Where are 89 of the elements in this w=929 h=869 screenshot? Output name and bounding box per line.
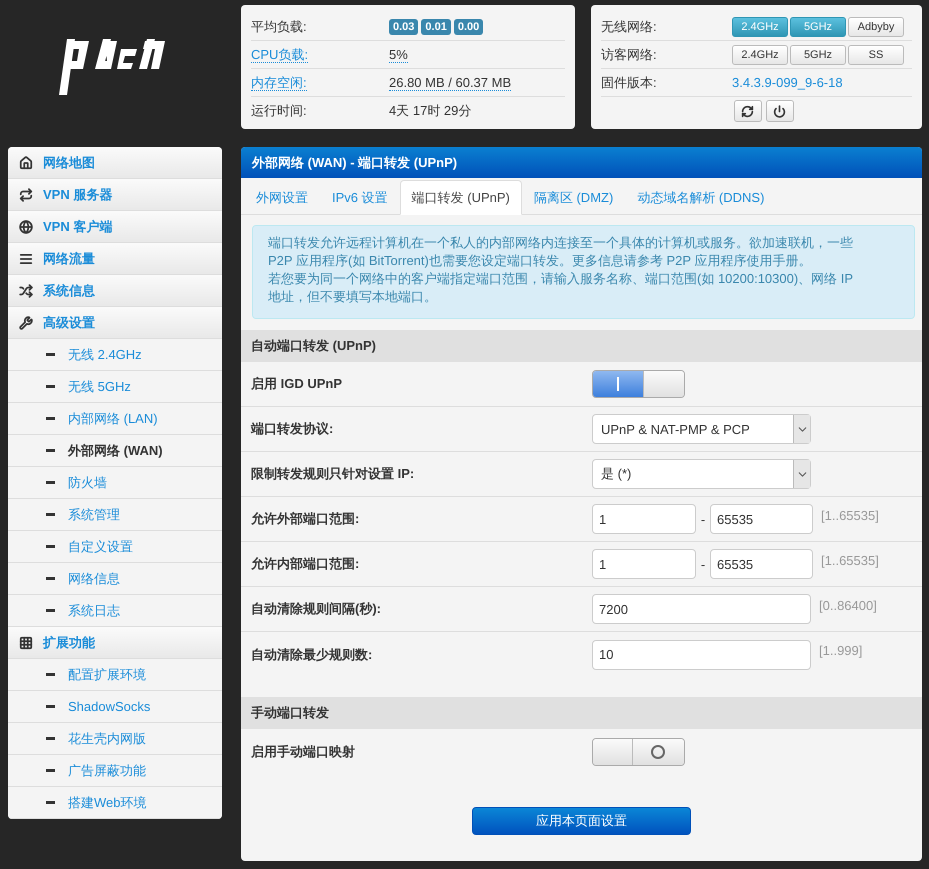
dash-icon bbox=[46, 705, 55, 708]
dash-icon bbox=[46, 353, 55, 356]
range-separator: - bbox=[700, 512, 706, 526]
tab[interactable]: 隔离区 (DMZ) bbox=[522, 180, 626, 215]
sidebar-section[interactable]: VPN 服务器 bbox=[8, 179, 222, 211]
sidebar-section[interactable]: 网络流量 bbox=[8, 243, 222, 275]
toggle-switch[interactable] bbox=[592, 370, 685, 398]
power-icon bbox=[773, 104, 786, 118]
repeat-icon bbox=[19, 188, 33, 202]
range-hint: [1..999] bbox=[819, 643, 862, 658]
dash-icon bbox=[46, 673, 55, 676]
radio-toggle-button[interactable]: 5GHz bbox=[790, 44, 846, 64]
tab[interactable]: 外网设置 bbox=[244, 180, 320, 215]
radio-toggle-button[interactable]: Adbyby bbox=[848, 16, 904, 36]
field-label: 允许外部端口范围: bbox=[251, 510, 360, 528]
power-button[interactable] bbox=[766, 100, 794, 122]
refresh-button[interactable] bbox=[734, 100, 762, 122]
dash-icon bbox=[46, 449, 55, 452]
home-icon bbox=[19, 156, 33, 170]
dash-icon bbox=[46, 801, 55, 804]
input-field[interactable]: 65535 bbox=[710, 549, 813, 579]
field-label: 启用 IGD UPnP bbox=[251, 375, 344, 393]
status-label: 运行时间: bbox=[251, 103, 307, 118]
sidebar-section[interactable]: 高级设置 bbox=[8, 307, 222, 339]
tab[interactable]: 端口转发 (UPnP) bbox=[400, 180, 522, 215]
field-label: 端口转发协议: bbox=[251, 420, 334, 438]
sidebar-section[interactable]: 扩展功能 bbox=[8, 627, 222, 659]
off-icon bbox=[651, 744, 666, 758]
status-value: 5% bbox=[389, 46, 408, 62]
section-header: 自动端口转发 (UPnP) bbox=[241, 330, 922, 362]
range-separator: - bbox=[700, 556, 706, 572]
info-text: 若您要为同一个网络中的客户端指定端口范围，请输入服务名称、端口范围(如 10200:10300)、网络 IP 地址，但不要填写本地端口。 bbox=[268, 270, 854, 306]
select-field[interactable]: 是 (*) bbox=[592, 459, 811, 489]
info-text: 端口转发允许远程计算机在一个私人的内部网络内连接至一个具体的计算机或服务。欲加速联机，一些 P2P 应用程序(如 BitTorrent)也需要您设定端口转发。更多信息请参考 P2P 应用程序使用手册。 bbox=[268, 234, 854, 270]
field-label: 启用手动端口映射 bbox=[251, 742, 356, 760]
status-label: 固件版本: bbox=[601, 74, 657, 90]
list-icon bbox=[19, 252, 33, 266]
dash-icon bbox=[46, 385, 55, 388]
dash-icon bbox=[46, 609, 55, 612]
field-label: 自动清除最少规则数: bbox=[251, 646, 374, 664]
load-badge: 0.03 bbox=[389, 18, 418, 34]
status-value: 4天 17时 29分 bbox=[389, 102, 472, 120]
sidebar-section[interactable]: VPN 客户端 bbox=[8, 211, 222, 243]
dash-icon bbox=[46, 769, 55, 772]
input-field[interactable]: 7200 bbox=[592, 594, 811, 624]
tab[interactable]: 动态域名解析 (DDNS) bbox=[625, 180, 776, 215]
shuffle-icon bbox=[19, 284, 33, 298]
status-label[interactable]: CPU负载: bbox=[251, 46, 308, 62]
dash-icon bbox=[46, 545, 55, 548]
range-hint: [1..65535] bbox=[821, 508, 879, 523]
panel-title: 外部网络 (WAN) - 端口转发 (UPnP) bbox=[241, 147, 922, 178]
apply-button[interactable]: 应用本页面设置 bbox=[472, 807, 691, 835]
radio-toggle-button[interactable]: 2.4GHz bbox=[732, 16, 788, 36]
wrench-icon bbox=[19, 316, 33, 330]
dash-icon bbox=[46, 417, 55, 420]
status-label: 无线网络: bbox=[601, 18, 657, 34]
load-badge: 0.00 bbox=[454, 18, 484, 34]
grid-icon bbox=[19, 636, 33, 650]
refresh-icon bbox=[741, 104, 754, 118]
field-label: 自动清除规则间隔(秒): bbox=[251, 600, 382, 618]
input-field[interactable]: 10 bbox=[592, 640, 811, 670]
globe-icon bbox=[19, 220, 33, 234]
input-field[interactable]: 1 bbox=[592, 504, 696, 534]
toggle-switch[interactable] bbox=[592, 738, 685, 766]
section-header: 手动端口转发 bbox=[241, 697, 922, 729]
dash-icon bbox=[46, 737, 55, 740]
dash-icon bbox=[46, 577, 55, 580]
firmware-version[interactable]: 3.4.3.9-099_9-6-18 bbox=[732, 75, 843, 90]
select-field[interactable]: UPnP & NAT-PMP & PCP bbox=[592, 414, 811, 444]
radio-toggle-button[interactable]: 2.4GHz bbox=[732, 44, 788, 64]
sidebar-section[interactable]: 网络地图 bbox=[8, 147, 222, 179]
status-label: 访客网络: bbox=[601, 46, 657, 62]
on-icon bbox=[617, 377, 620, 391]
field-label: 允许内部端口范围: bbox=[251, 555, 360, 573]
load-badge: 0.01 bbox=[421, 18, 451, 34]
status-label: 平均负载: bbox=[251, 18, 307, 34]
dash-icon bbox=[46, 513, 55, 516]
input-field[interactable]: 65535 bbox=[710, 504, 813, 534]
dash-icon bbox=[46, 481, 55, 484]
range-hint: [1..65535] bbox=[821, 553, 879, 568]
sidebar-section[interactable]: 系统信息 bbox=[8, 275, 222, 307]
radio-toggle-button[interactable]: SS bbox=[848, 44, 904, 64]
radio-toggle-button[interactable]: 5GHz bbox=[790, 16, 846, 36]
field-label: 限制转发规则只针对设置 IP: bbox=[251, 465, 416, 483]
input-field[interactable]: 1 bbox=[592, 549, 696, 579]
range-hint: [0..86400] bbox=[819, 598, 877, 613]
tab[interactable]: IPv6 设置 bbox=[320, 180, 400, 215]
status-label[interactable]: 内存空闲: bbox=[251, 74, 307, 90]
status-value: 26.80 MB / 60.37 MB bbox=[389, 74, 512, 90]
